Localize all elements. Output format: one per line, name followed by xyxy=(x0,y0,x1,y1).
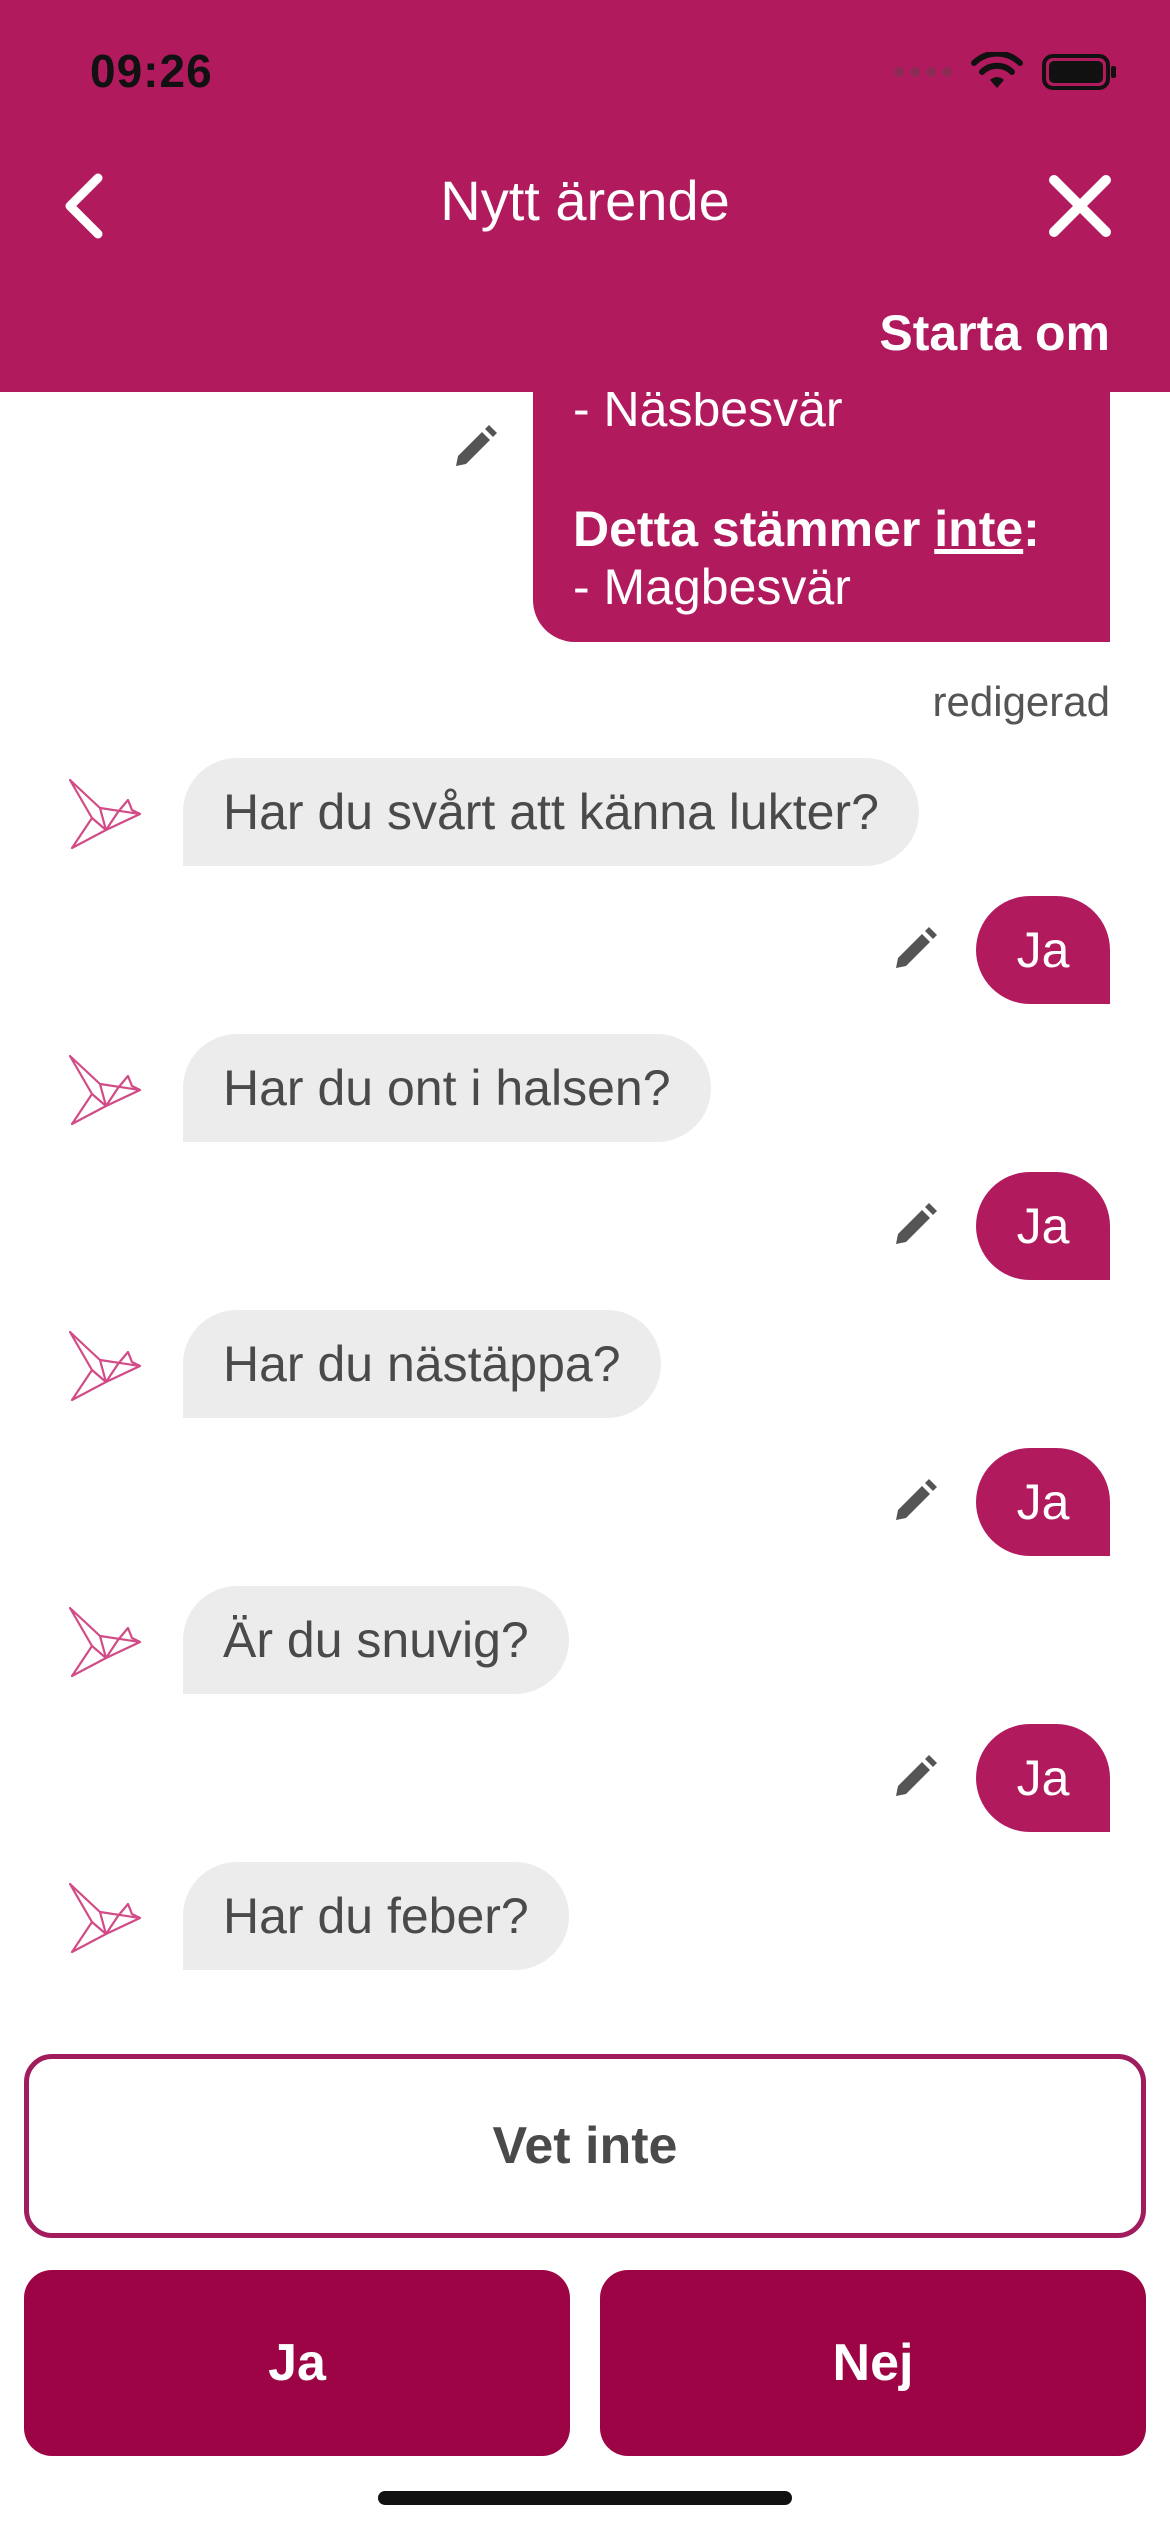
edit-pencil-icon[interactable] xyxy=(888,924,940,976)
app-header: 09:26 Nytt ärende Starta om xyxy=(0,0,1170,392)
no-button[interactable]: Nej xyxy=(600,2270,1146,2456)
home-indicator[interactable] xyxy=(378,2491,792,2505)
status-icons xyxy=(894,50,1118,94)
bird-logo-icon xyxy=(68,1330,142,1402)
restart-bar: Starta om xyxy=(0,272,1170,392)
bird-logo-icon xyxy=(68,1606,142,1678)
bird-logo-icon xyxy=(68,778,142,850)
user-answer: Ja xyxy=(976,1448,1110,1556)
chat-screen: 09:26 Nytt ärende Starta om - Näsbesvär … xyxy=(0,0,1170,2532)
edit-pencil-icon[interactable] xyxy=(448,422,500,474)
edit-pencil-icon[interactable] xyxy=(888,1200,940,1252)
bird-logo-icon xyxy=(68,1054,142,1126)
summary-not-true: Detta stämmer inte: xyxy=(573,501,1040,557)
bot-question: Har du ont i halsen? xyxy=(183,1034,711,1142)
edit-pencil-icon[interactable] xyxy=(888,1752,940,1804)
user-answer: Ja xyxy=(976,1172,1110,1280)
bot-question: Har du feber? xyxy=(183,1862,569,1970)
summary-line: - Magbesvär xyxy=(573,559,851,615)
close-icon[interactable] xyxy=(1044,170,1116,242)
edit-pencil-icon[interactable] xyxy=(888,1476,940,1528)
restart-button[interactable]: Starta om xyxy=(879,304,1110,362)
page-title: Nytt ärende xyxy=(440,169,730,232)
chat-log[interactable]: - Näsbesvär Detta stämmer inte: - Magbes… xyxy=(0,392,1170,2032)
bird-logo-icon xyxy=(68,1882,142,1954)
bot-question: Är du snuvig? xyxy=(183,1586,569,1694)
user-answer: Ja xyxy=(976,1724,1110,1832)
status-time: 09:26 xyxy=(90,45,213,97)
user-answer: Ja xyxy=(976,896,1110,1004)
edited-label: redigerad xyxy=(932,678,1110,725)
dont-know-button[interactable]: Vet inte xyxy=(24,2054,1146,2238)
signal-icon xyxy=(894,67,952,77)
summary-bubble: - Näsbesvär Detta stämmer inte: - Magbes… xyxy=(533,392,1110,642)
bot-question: Har du svårt att känna lukter? xyxy=(183,758,919,866)
bot-question: Har du nästäppa? xyxy=(183,1310,661,1418)
battery-icon xyxy=(1042,54,1116,90)
wifi-icon xyxy=(971,52,1023,88)
yes-button[interactable]: Ja xyxy=(24,2270,570,2456)
summary-line: - Näsbesvär xyxy=(573,392,843,437)
